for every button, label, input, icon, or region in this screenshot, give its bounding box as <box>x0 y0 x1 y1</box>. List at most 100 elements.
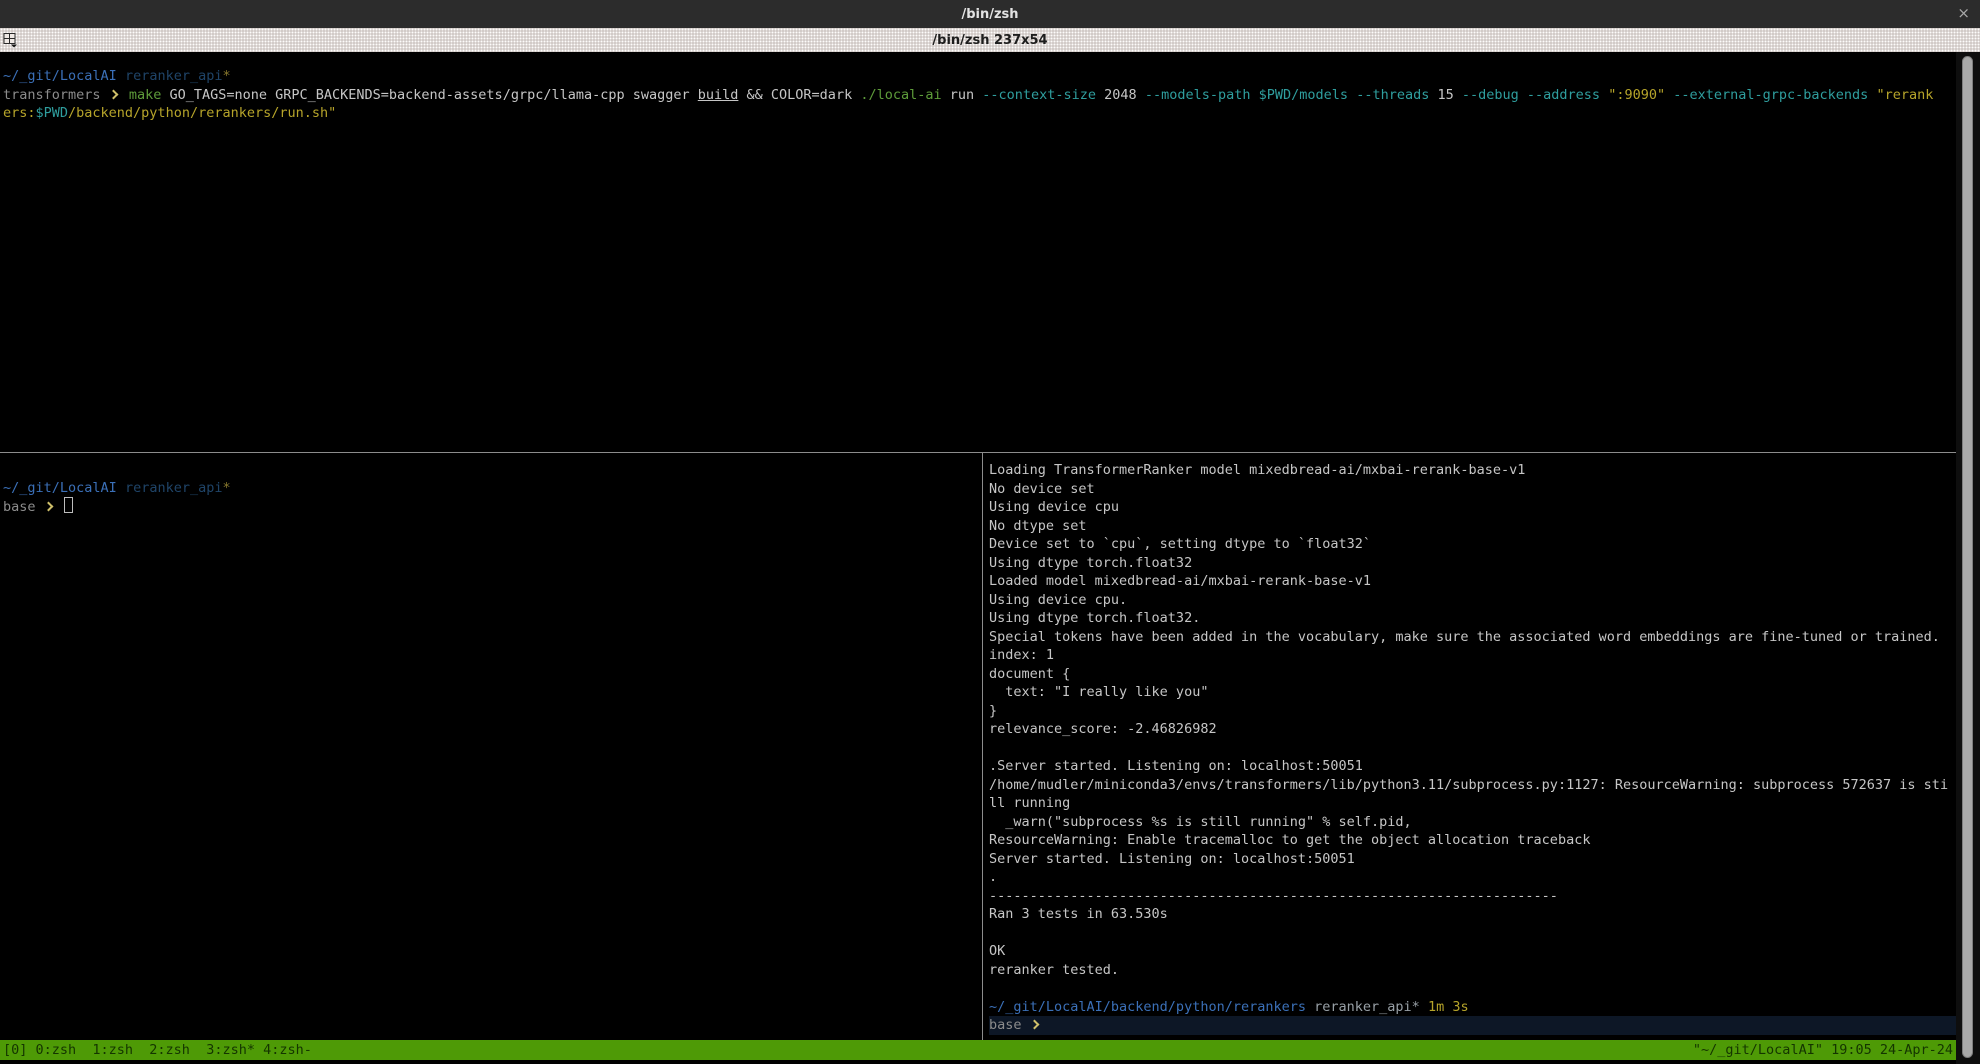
terminal-text: No device set <box>989 481 1095 497</box>
terminal-text <box>117 480 125 496</box>
terminal-line: Loading TransformerRanker model mixedbre… <box>989 461 1961 480</box>
pane-bottom-left[interactable]: ~/_git/LocalAI reranker_api*base <box>0 453 984 1047</box>
terminal-text: transformers <box>3 87 109 103</box>
terminal-line: base <box>3 497 984 517</box>
terminal-text: OK <box>989 943 1005 959</box>
terminal-text <box>1348 87 1356 103</box>
pane-top[interactable]: ~/_git/LocalAI reranker_api* transformers… <box>0 52 1959 467</box>
terminal-text: --external-grpc-backends <box>1673 87 1868 103</box>
terminal-text: $PWD/models <box>1259 87 1348 103</box>
terminal-line: Special tokens have been added in the vo… <box>989 628 1961 647</box>
terminal-text <box>1600 87 1608 103</box>
terminal-line: Using device cpu. <box>989 591 1961 610</box>
tmux-window-list[interactable]: [0] 0:zsh 1:zsh 2:zsh 3:zsh* 4:zsh- <box>3 1042 312 1058</box>
terminal-text: ResourceWarning: Enable tracemalloc to g… <box>989 832 1590 848</box>
terminal-text: Special tokens have been added in the vo… <box>989 629 1940 645</box>
terminal-text: reranker_api <box>125 68 223 84</box>
tmux-status-bar: [0] 0:zsh 1:zsh 2:zsh 3:zsh* 4:zsh- "~/_… <box>0 1040 1956 1060</box>
terminal-line: ~/_git/LocalAI reranker_api* <box>3 479 984 498</box>
terminal-line: Using dtype torch.float32 <box>989 554 1961 573</box>
terminal-text: No dtype set <box>989 518 1087 534</box>
terminal-text: --address <box>1527 87 1600 103</box>
terminal-text: ":9090" <box>1608 87 1665 103</box>
terminal-content: ~/_git/LocalAI reranker_api*transformers… <box>0 52 1980 1064</box>
terminal-text: run <box>942 87 983 103</box>
terminal-text <box>117 68 125 84</box>
terminal-line: } <box>989 702 1961 721</box>
terminal-text: .Server started. Listening on: localhost… <box>989 758 1363 774</box>
terminal-line <box>989 739 1961 758</box>
terminal-text: Loading TransformerRanker model mixedbre… <box>989 462 1525 478</box>
terminal-line: OK <box>989 942 1961 961</box>
terminal-line: Device set to `cpu`, setting dtype to `f… <box>989 535 1961 554</box>
terminal-line: /home/mudler/miniconda3/envs/transformer… <box>989 776 1961 795</box>
window-layout-icon[interactable] <box>3 32 20 48</box>
terminal-text: ~/_git/LocalAI <box>3 480 117 496</box>
terminal-line: Loaded model mixedbread-ai/mxbai-rerank-… <box>989 572 1961 591</box>
terminal-line: reranker tested. <box>989 961 1961 980</box>
terminal-text: index: 1 <box>989 647 1054 663</box>
terminal-line: index: 1 <box>989 646 1961 665</box>
terminal-text: Server started. Listening on: localhost:… <box>989 851 1355 867</box>
terminal-text: ~/_git/LocalAI <box>3 68 117 84</box>
terminal-text: base <box>989 1017 1030 1033</box>
terminal-line: No dtype set <box>989 517 1961 536</box>
terminal-text: ./local-ai <box>860 87 941 103</box>
terminal-line: ----------------------------------------… <box>989 887 1961 906</box>
terminal-text <box>1519 87 1527 103</box>
scrollbar-track[interactable] <box>1956 52 1980 1064</box>
terminal-text: GO_TAGS=none GRPC_BACKENDS=backend-asset… <box>169 87 697 103</box>
tab-title: /bin/zsh 237x54 <box>932 33 1047 48</box>
terminal-text: . <box>989 869 997 885</box>
terminal-text: $PWD <box>36 105 69 121</box>
terminal-line: Using dtype torch.float32. <box>989 609 1961 628</box>
terminal-text: Using device cpu <box>989 499 1119 515</box>
terminal-text: Device set to `cpu`, setting dtype to `f… <box>989 536 1371 552</box>
terminal-text: /home/mudler/miniconda3/envs/transformer… <box>989 777 1948 793</box>
terminal-text: Using dtype torch.float32. <box>989 610 1200 626</box>
terminal-text: reranker_api* <box>1314 999 1420 1015</box>
terminal-line: _warn("subprocess %s is still running" %… <box>989 813 1961 832</box>
terminal-text: --threads <box>1356 87 1429 103</box>
terminal-line: relevance_score: -2.46826982 <box>989 720 1961 739</box>
terminal-text: reranker tested. <box>989 962 1119 978</box>
terminal-line: transformers make GO_TAGS=none GRPC_BACK… <box>3 86 1959 105</box>
pane-bottom-right[interactable]: Loading TransformerRanker model mixedbre… <box>984 453 1961 1048</box>
terminal-text: text: "I really like you" <box>989 684 1208 700</box>
pane-divider-vertical-icon[interactable] <box>982 453 983 1040</box>
terminal-line: .Server started. Listening on: localhost… <box>989 757 1961 776</box>
scrollbar-thumb[interactable] <box>1962 56 1973 1058</box>
terminal-text: /backend/python/rerankers/run.sh" <box>68 105 336 121</box>
terminal-line <box>989 924 1961 943</box>
close-icon[interactable]: × <box>1957 4 1970 22</box>
terminal-line: base <box>989 1016 1961 1035</box>
terminal-text <box>56 499 64 515</box>
prompt-chevron-icon <box>1029 1020 1039 1030</box>
terminal-line: document { <box>989 665 1961 684</box>
terminal-text: Using dtype torch.float32 <box>989 555 1192 571</box>
window-titlebar[interactable]: /bin/zsh × <box>0 0 1980 28</box>
terminal-text: relevance_score: -2.46826982 <box>989 721 1217 737</box>
terminal-text: * <box>222 68 230 84</box>
terminal-line: ~/_git/LocalAI/backend/python/rerankers … <box>989 998 1961 1017</box>
terminal-cursor <box>64 497 73 513</box>
terminal-text: ~/_git/LocalAI/backend/python/rerankers <box>989 999 1306 1015</box>
terminal-text: Using device cpu. <box>989 592 1127 608</box>
terminal-text: --models-path <box>1145 87 1251 103</box>
terminal-line: Server started. Listening on: localhost:… <box>989 850 1961 869</box>
terminal-line <box>989 979 1961 998</box>
terminal-text: make <box>129 87 170 103</box>
terminal-line: No device set <box>989 480 1961 499</box>
terminal-line <box>3 460 984 479</box>
terminal-line: ers:$PWD/backend/python/rerankers/run.sh… <box>3 104 1959 123</box>
terminal-text: Ran 3 tests in 63.530s <box>989 906 1168 922</box>
terminal-text: document { <box>989 666 1070 682</box>
terminal-line: ResourceWarning: Enable tracemalloc to g… <box>989 831 1961 850</box>
terminal-text: reranker_api <box>125 480 223 496</box>
terminal-text: Loaded model mixedbread-ai/mxbai-rerank-… <box>989 573 1371 589</box>
terminal-text: ----------------------------------------… <box>989 888 1558 904</box>
terminal-line: text: "I really like you" <box>989 683 1961 702</box>
terminal-text: build <box>698 87 739 103</box>
terminal-text: --debug <box>1462 87 1519 103</box>
terminal-text <box>121 87 129 103</box>
